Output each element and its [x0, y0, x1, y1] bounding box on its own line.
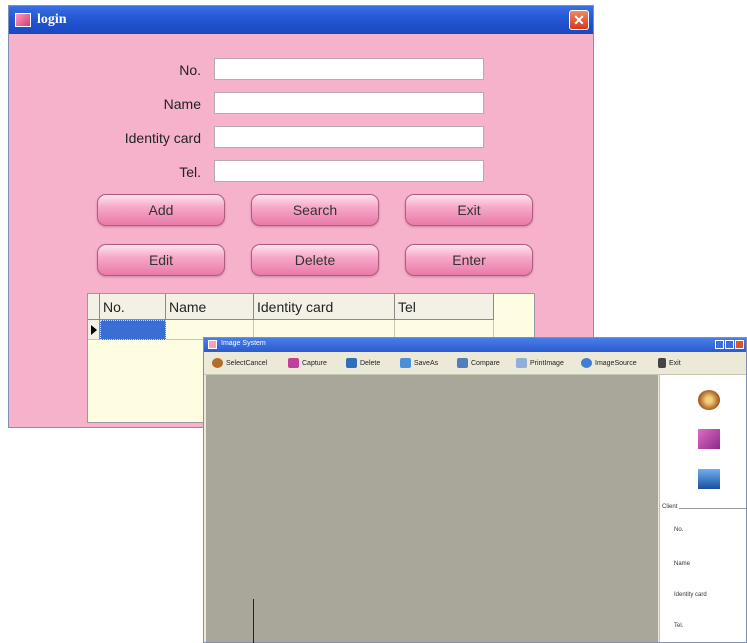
image-system-window: Image System SelectCancel Capture Delete… — [203, 337, 747, 643]
toolbar-label: Exit — [669, 359, 681, 367]
capture-button[interactable]: Capture — [288, 357, 327, 369]
image-exit-button[interactable]: Exit — [658, 357, 681, 369]
image-canvas[interactable] — [206, 375, 658, 642]
search-button[interactable]: Search — [251, 194, 379, 226]
app-icon — [208, 340, 217, 349]
clapper-icon — [346, 358, 357, 368]
toolbar-label: SelectCancel — [226, 359, 268, 367]
image-system-title: Image System — [221, 340, 266, 347]
close-button[interactable] — [735, 340, 744, 349]
grid-corner — [88, 294, 100, 320]
client-no-label: No. — [674, 527, 684, 533]
no-input[interactable] — [214, 58, 484, 80]
side-panel: Client No. Name Identity card Tel. — [659, 375, 746, 642]
login-titlebar[interactable]: login ✕ — [9, 6, 593, 34]
row-indicator-arrow-icon — [88, 320, 100, 340]
print-image-button[interactable]: PrintImage — [516, 357, 564, 369]
image-source-button[interactable]: ImageSource — [581, 357, 637, 369]
toolbar-label: ImageSource — [595, 359, 637, 367]
toolbar-label: Capture — [302, 359, 327, 367]
identity-card-label: Identity card — [124, 130, 201, 146]
client-tel-label: Tel. — [674, 623, 684, 629]
compare-icon — [457, 358, 468, 368]
tel-label: Tel. — [179, 164, 201, 180]
source-disc-icon — [581, 358, 592, 368]
toolbar-label: SaveAs — [414, 359, 439, 367]
close-button[interactable]: ✕ — [569, 10, 589, 30]
toolbar-label: Compare — [471, 359, 500, 367]
save-as-button[interactable]: SaveAs — [400, 357, 438, 369]
minimize-button[interactable] — [715, 340, 724, 349]
film-reel-icon[interactable] — [698, 390, 720, 410]
client-group: Client No. Name Identity card Tel. — [662, 504, 746, 642]
name-input[interactable] — [214, 92, 484, 114]
name-label: Name — [163, 96, 201, 112]
client-legend: Client — [662, 504, 680, 510]
compare-button[interactable]: Compare — [457, 357, 500, 369]
identity-card-input[interactable] — [214, 126, 484, 148]
column-header-name[interactable]: Name — [166, 294, 254, 320]
window-title: login — [37, 12, 67, 27]
enter-button[interactable]: Enter — [405, 244, 533, 276]
select-cancel-button[interactable]: SelectCancel — [212, 357, 267, 369]
camera-icon[interactable] — [698, 429, 720, 449]
column-header-no[interactable]: No. — [100, 294, 166, 320]
toolbar-label: PrintImage — [530, 359, 564, 367]
app-icon — [15, 13, 31, 27]
column-header-tel[interactable]: Tel — [395, 294, 494, 320]
delete-button[interactable]: Delete — [251, 244, 379, 276]
edit-button[interactable]: Edit — [97, 244, 225, 276]
camera-icon — [288, 358, 299, 368]
image-system-titlebar[interactable]: Image System — [204, 338, 746, 352]
table-cell-no-selected[interactable] — [100, 320, 166, 340]
save-pen-icon — [400, 358, 411, 368]
grid-header: No. Name Identity card Tel — [88, 294, 494, 320]
add-button[interactable]: Add — [97, 194, 225, 226]
text-cursor — [253, 599, 254, 643]
client-name-label: Name — [674, 561, 691, 567]
delete-button[interactable]: Delete — [346, 357, 380, 369]
toolbar-label: Delete — [360, 359, 381, 367]
image-toolbar: SelectCancel Capture Delete SaveAs Compa… — [204, 352, 746, 375]
maximize-button[interactable] — [725, 340, 734, 349]
exit-button[interactable]: Exit — [405, 194, 533, 226]
film-reel-icon — [212, 358, 223, 368]
tel-input[interactable] — [214, 160, 484, 182]
client-identity-card-label: Identity card — [674, 592, 707, 598]
column-header-identity-card[interactable]: Identity card — [254, 294, 395, 320]
no-label: No. — [179, 62, 201, 78]
clapper-icon[interactable] — [698, 469, 720, 489]
exit-icon — [658, 358, 666, 368]
print-icon — [516, 358, 527, 368]
